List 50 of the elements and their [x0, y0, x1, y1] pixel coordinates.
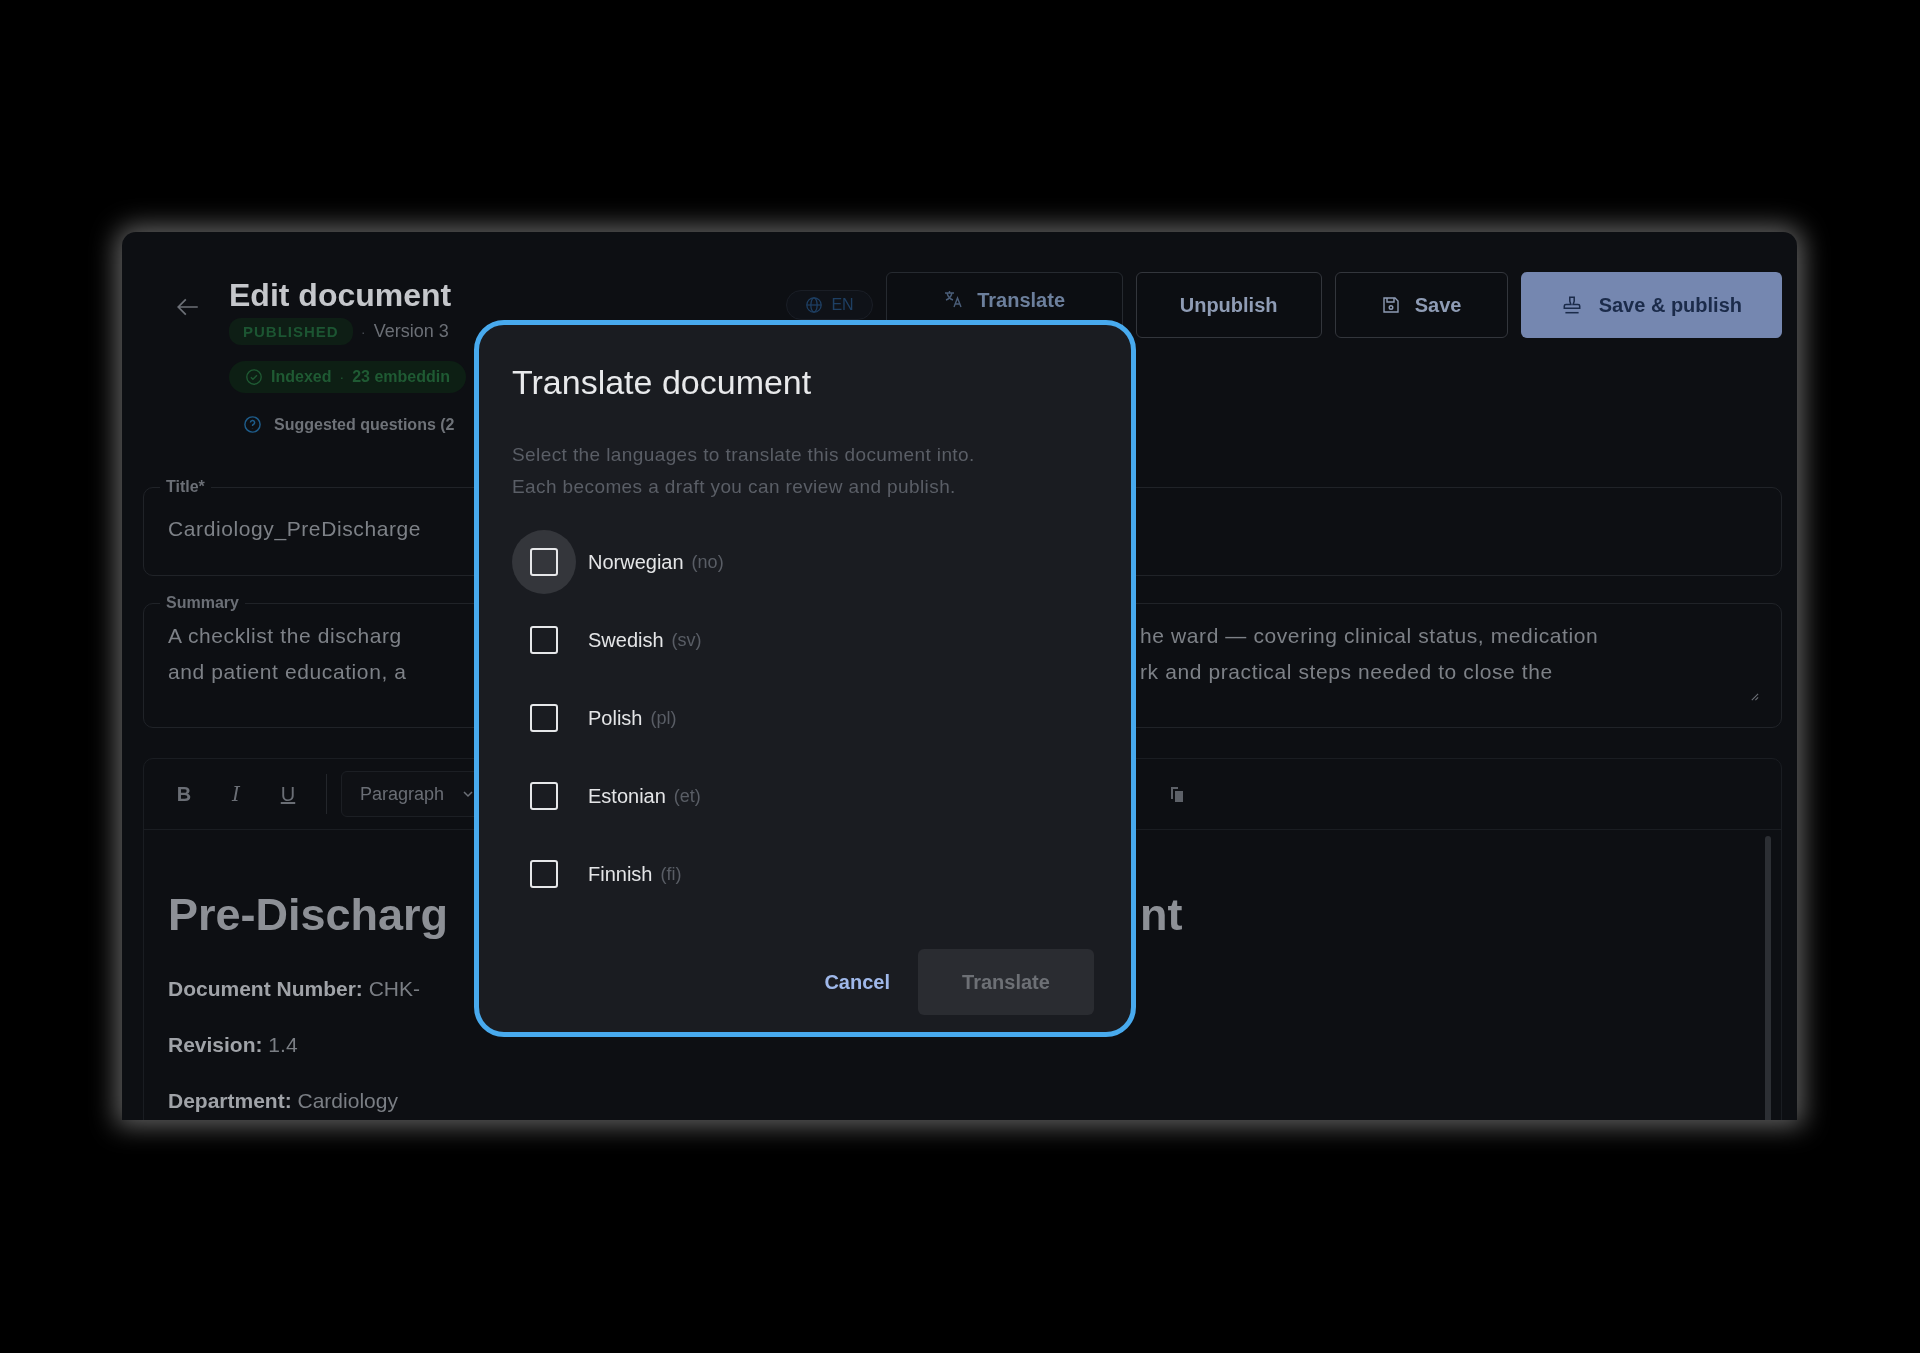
summary-text: rk and practical steps needed to close the [1140, 659, 1553, 685]
help-icon [243, 415, 262, 434]
dialog-title: Translate document [512, 362, 813, 403]
unpublish-button[interactable]: Unpublish [1135, 272, 1322, 338]
title-value: Cardiology_PreDischarge [168, 515, 422, 543]
save-and-publish-button[interactable]: Save & publish [1520, 272, 1782, 338]
document-heading: Pre-Discharg [168, 888, 450, 942]
format-button[interactable]: I [212, 774, 260, 814]
field-label: Summary [165, 594, 240, 612]
summary-text: A checklist the discharg [168, 623, 402, 649]
resize-grip-icon[interactable] [1750, 692, 1759, 701]
language-name[interactable]: Estonian [588, 784, 666, 808]
version-label: Version 3 [373, 321, 449, 342]
checkbox[interactable] [530, 548, 558, 576]
save-button[interactable]: Save [1334, 272, 1508, 338]
language-code: (sv) [671, 629, 702, 651]
language-code: (pl) [650, 707, 677, 729]
language-code: (fi) [660, 863, 682, 885]
suggested-questions-link[interactable]: Suggested questions (2 [274, 415, 455, 434]
document-heading: nt [1140, 888, 1184, 942]
format-button[interactable]: U [264, 774, 312, 814]
chevron-down-icon [462, 788, 475, 800]
language-name[interactable]: Norwegian [588, 550, 684, 574]
language-code: (no) [691, 551, 724, 573]
document-field-text: Revision: 1.4 [168, 1032, 298, 1058]
scrollbar-thumb[interactable] [1765, 836, 1771, 1120]
embedding-count: 23 embeddin [352, 368, 450, 386]
page-title: Edit document [229, 276, 453, 314]
dialog-description: Select the languages to translate this document into. Each becomes a draft you can review and publish. [512, 443, 976, 499]
field-label: Title* [165, 478, 206, 496]
separator-dot: · [360, 323, 366, 340]
index-status: Indexed [271, 368, 332, 386]
language-name[interactable]: Finnish [588, 862, 653, 886]
globe-icon [805, 296, 824, 314]
document-field-text: Department: Cardiology [168, 1088, 398, 1114]
separator-dot: · [339, 369, 345, 385]
checkbox[interactable] [530, 782, 558, 810]
language-name[interactable]: Swedish [588, 628, 664, 652]
summary-text: and patient education, a [168, 659, 407, 685]
check-circle-icon [245, 368, 263, 386]
document-field-text: Document Number: CHK- [168, 976, 421, 1002]
checkbox[interactable] [530, 704, 558, 732]
checkbox[interactable] [530, 626, 558, 654]
summary-text: he ward — covering clinical status, medication [1140, 623, 1599, 649]
language-name[interactable]: Polish [588, 706, 643, 730]
language-code: (et) [673, 785, 701, 807]
checkbox[interactable] [530, 860, 558, 888]
format-button[interactable]: B [160, 774, 208, 814]
cancel-button[interactable]: Cancel [822, 970, 892, 994]
translate-icon [943, 289, 964, 309]
